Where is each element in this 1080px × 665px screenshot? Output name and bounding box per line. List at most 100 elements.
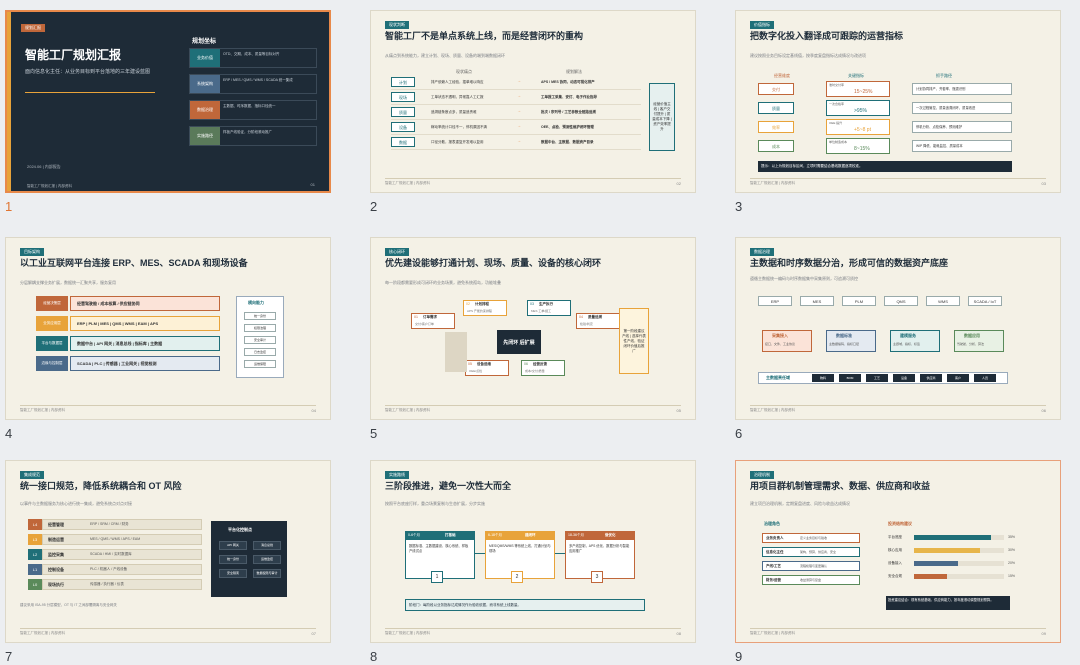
slide-tag: 价值指标	[750, 21, 774, 29]
slide-tag: 数据治理	[750, 248, 774, 256]
domain-chip: 客户	[947, 374, 969, 382]
node-desc: 检验/判定	[580, 322, 593, 326]
slide-footer: 智能工厂规划汇报 | 内部资料	[27, 184, 72, 188]
row-key: 设备	[391, 122, 415, 132]
source-system: SCADA / IoT	[968, 296, 1002, 306]
bars-title: 投资结构建议	[888, 521, 912, 526]
solution-text: 数据中台、主数据、数据资产目录	[541, 140, 594, 144]
value-box: 经营价值主线 | 客户交付提升 | 质量成本下降 | 资产效率提升	[649, 83, 675, 151]
layer-content: SCADA | PLC | 传感器 | 工业网关 | 视觉检测	[70, 356, 220, 371]
level-code: L2	[28, 549, 42, 560]
flow-step-title: 采集接入	[772, 333, 788, 338]
slide-tag: 规划汇报	[21, 24, 45, 32]
capability-item: 安全审计	[244, 336, 276, 344]
slide-date: 2024.06 | 内部报告	[27, 164, 61, 169]
slide-footer: 智能工厂规划汇报 | 内部资料	[385, 631, 430, 635]
control-point: 安全隔离	[219, 569, 247, 578]
slide-subtitle: 遵循主数据统一编码与时序数据集中采集原则，可追溯可质控	[750, 276, 858, 281]
control-point: API 网关	[219, 541, 247, 550]
dimension-box: 效率	[758, 121, 794, 133]
slide-tag: 核心闭环	[385, 248, 409, 256]
slide-title: 智能工厂不是单点系统上线，而是经营闭环的重构	[385, 31, 584, 41]
solution-text: 工单报工采集、安灯、电子作业指导	[541, 95, 597, 99]
level-desc: 传感器 / 执行器 / 仪表	[90, 582, 124, 586]
slide-footer: 智能工厂规划汇报 | 内部资料	[750, 631, 795, 635]
node-number: 06	[524, 362, 528, 366]
slide-page: 02	[676, 181, 681, 186]
slide-title: 以工业互联网平台连接 ERP、MES、SCADA 和现场设备	[20, 258, 248, 268]
role-name: 产线/工艺	[766, 564, 781, 568]
slide-footer: 智能工厂规划汇报 | 内部资料	[385, 181, 430, 185]
pain-text: 稼动率统计口径不一，停机原因不清	[431, 125, 487, 129]
row-key: 现场	[391, 92, 415, 102]
row-key: 计划	[391, 77, 415, 87]
level-name: 现场执行	[48, 582, 64, 587]
arrow-icon: →	[517, 123, 521, 128]
bar-fill	[914, 574, 947, 579]
slide-tag: 目标架构	[20, 248, 44, 256]
slide-page: 05	[676, 408, 681, 413]
capability-item: 权限治理	[244, 324, 276, 332]
roles-title: 治理角色	[764, 521, 780, 526]
domain-chip: 工艺	[866, 374, 888, 382]
flow-step-title: 建模服务	[900, 333, 916, 338]
level-desc: MES / QMS / WMS / APS / EAM	[90, 537, 141, 541]
slide-title: 主数据和时序数据分治，形成可信的数据资产底座	[750, 258, 949, 268]
metric-value: 8~15%	[854, 146, 870, 152]
bar-fill	[914, 535, 991, 540]
arrow-icon: →	[517, 138, 521, 143]
role-name: 信息化主任	[766, 550, 784, 554]
row-key: 数据	[391, 137, 415, 147]
role-desc: 流程梳理与变更确认	[800, 564, 828, 568]
slide-page: 07	[311, 631, 316, 636]
level-name: 经营管理	[48, 522, 64, 527]
slide-title: 优先建设能够打通计划、现场、质量、设备的核心闭环	[385, 258, 602, 268]
side-label: 数据治理	[190, 101, 220, 119]
slide-subtitle: 建立项目治理机制，定期复盘进度、风险与收益达成情况	[750, 501, 850, 506]
slide-subtitle: 分层解耦支撑业务扩展，数据统一汇聚共享，服务复用	[20, 280, 116, 285]
slide-number: 9	[735, 649, 743, 664]
slide-number: 8	[370, 649, 378, 664]
phase-desc: MES/QMS/WMS 等系统上线，打通计划与现场	[489, 544, 551, 553]
path-box: 停机分析、点检保养、预测维护	[912, 121, 1012, 133]
level-code: L0	[28, 579, 42, 590]
note-text: 建议采用 ISA-95 分层模型，OT 与 IT 之间部署隔离与安全网关	[20, 603, 117, 607]
pain-text: 工单状态不透明，异常靠人工汇报	[431, 95, 484, 99]
side-text: 主数据、时序数据、指标口径统一	[223, 104, 276, 108]
source-system: QMS	[884, 296, 918, 306]
slide-page: 08	[676, 631, 681, 636]
metric-value: +5~8 pt	[854, 127, 871, 133]
slide-subtitle: 按照平台底座打样，重点场景复制与生态扩展，分步实施	[385, 501, 485, 506]
node-title: 生产执行	[539, 302, 553, 306]
node-number: 04	[579, 315, 583, 319]
flow-step-title: 数据标准	[836, 333, 852, 338]
metric-note: 一次合格率	[829, 102, 845, 106]
level-name: 制造运营	[48, 537, 64, 542]
pain-text: 追溯链条断点多，质量追责难	[431, 110, 477, 114]
bar-percent: 30%	[1008, 548, 1016, 552]
slide-number: 5	[370, 426, 378, 441]
slide-title: 三阶段推进，避免一次性大而全	[385, 481, 512, 491]
column-header: 规划解法	[566, 69, 582, 74]
phase-desc: 多产线复制，APS 优化、数据分析与智能应用推广	[569, 544, 630, 553]
column-header: 关键指标	[848, 73, 864, 78]
pain-text: 排产依赖人工经验，插单难以响应	[431, 80, 484, 84]
control-point: 数据权限与审计	[253, 569, 281, 578]
level-code: L3	[28, 534, 42, 545]
phase-name: 做优化	[605, 533, 616, 537]
dimension-box: 质量	[758, 102, 794, 114]
slide-subtitle: 从痛点到系统能力，建立计划、现场、质量、设备的端到端数据闭环	[385, 53, 505, 58]
domain-chip: 人员	[974, 374, 996, 382]
metric-value: 15~25%	[854, 89, 873, 95]
node-title: 计划排程	[475, 302, 489, 306]
bar-label: 核心应用	[888, 548, 902, 552]
node-title: 质量追溯	[588, 315, 602, 319]
bar-label: 安全合规	[888, 574, 902, 578]
slide-tag: 现状判断	[385, 21, 409, 29]
role-name: 业务负责人	[766, 536, 784, 540]
node-title: 设备运维	[477, 362, 491, 366]
metric-note: OEE 提升	[829, 121, 843, 125]
side-text: 样板产线验证，分阶段滚动推广	[223, 130, 272, 134]
slide-subtitle: 每一阶段都需要形成可闭环的业务场景，避免系统孤岛，功能堆叠	[385, 280, 501, 285]
pain-text: 口径分散，报表重复开发难以复用	[431, 140, 484, 144]
